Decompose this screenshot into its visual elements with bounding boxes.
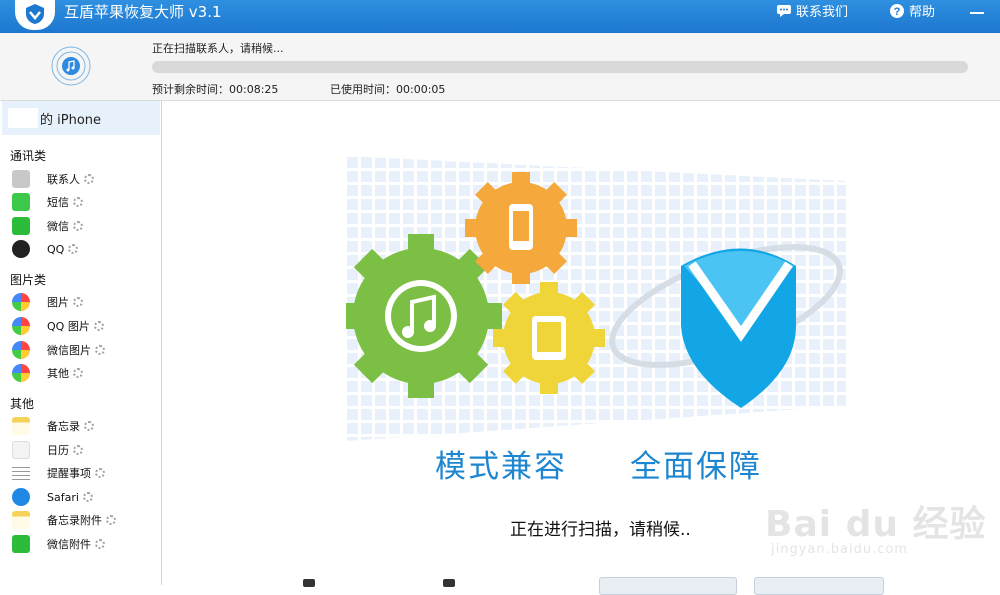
- loading-spinner-icon: [72, 367, 84, 379]
- device-name-mask: [8, 108, 38, 128]
- sidebar-item-label: 微信附件: [47, 538, 91, 551]
- phone-gear-icon: [465, 172, 577, 284]
- watermark-url: jingyan.baidu.com: [771, 542, 908, 557]
- scan-illustration: [346, 156, 846, 441]
- sidebar-item-qq[interactable]: QQ: [12, 239, 79, 259]
- category-pictures: 图片类: [10, 273, 47, 287]
- bottom-icon: [303, 579, 315, 587]
- sidebar-item-label: 短信: [47, 196, 69, 209]
- sidebar-item-qq-photos[interactable]: QQ 图片: [12, 316, 105, 336]
- app-title: 互盾苹果恢复大师 v3.1: [64, 3, 222, 21]
- messages-icon: [12, 193, 30, 211]
- note-attachments-icon: [12, 511, 30, 529]
- sidebar-item-label: QQ 图片: [47, 320, 90, 333]
- loading-spinner-icon: [72, 444, 84, 456]
- remaining-time: 预计剩余时间：00:08:25: [152, 83, 279, 96]
- sidebar-item-label: 备忘录: [47, 420, 80, 433]
- scan-status-text: 正在扫描联系人，请稍候...: [152, 42, 284, 55]
- qq-photos-icon: [12, 317, 30, 335]
- sidebar-item-wechat[interactable]: 微信: [12, 216, 84, 236]
- loading-spinner-icon: [105, 514, 117, 526]
- reminders-icon: [12, 464, 30, 482]
- title-bar: 互盾苹果恢复大师 v3.1 联系我们 ? 帮助: [0, 0, 1000, 33]
- slogan-compatibility: 模式兼容: [435, 449, 567, 485]
- sidebar-item-other-photos[interactable]: 其他: [12, 363, 84, 383]
- category-communication: 通讯类: [10, 149, 47, 163]
- sidebar-item-contacts[interactable]: 联系人: [12, 169, 95, 189]
- loading-spinner-icon: [83, 420, 95, 432]
- sidebar-item-wechat-attachments[interactable]: 微信附件: [12, 534, 106, 554]
- sidebar-item-reminders[interactable]: 提醒事项: [12, 463, 106, 483]
- slogan-protection: 全面保障: [630, 449, 762, 485]
- bottom-action-button[interactable]: [599, 577, 737, 595]
- sidebar-item-label: Safari: [47, 490, 79, 504]
- sidebar-item-label: QQ: [47, 242, 65, 256]
- help-button[interactable]: ? 帮助: [889, 1, 935, 20]
- qq-penguin-icon: [12, 240, 30, 258]
- music-scan-icon: [51, 46, 91, 86]
- loading-spinner-icon: [67, 243, 79, 255]
- sidebar-item-label: 微信: [47, 220, 69, 233]
- help-label: 帮助: [909, 5, 936, 20]
- contacts-icon: [12, 170, 30, 188]
- minimize-button[interactable]: [970, 12, 984, 14]
- scan-progress-panel: 正在扫描联系人，请稍候... 预计剩余时间：00:08:25 已使用时间：00:…: [0, 33, 1000, 101]
- sidebar-item-label: 微信图片: [47, 344, 91, 357]
- notes-icon: [12, 417, 30, 435]
- photos-icon: [12, 293, 30, 311]
- category-other: 其他: [10, 397, 35, 411]
- sidebar-item-label: 图片: [47, 296, 69, 309]
- loading-spinner-icon: [94, 344, 106, 356]
- bottom-icon: [443, 579, 455, 587]
- scanning-message: 正在进行扫描，请稍候..: [510, 520, 691, 540]
- device-label: 的 iPhone: [40, 112, 102, 128]
- sidebar-item-notes[interactable]: 备忘录: [12, 416, 95, 436]
- loading-spinner-icon: [82, 491, 94, 503]
- loading-spinner-icon: [94, 467, 106, 479]
- wechat-icon: [12, 217, 30, 235]
- sidebar-item-label: 日历: [47, 444, 69, 457]
- contact-us-button[interactable]: 联系我们: [776, 1, 848, 20]
- svg-text:?: ?: [894, 6, 901, 18]
- safari-compass-icon: [12, 488, 30, 506]
- sidebar-item-sms[interactable]: 短信: [12, 192, 84, 212]
- sidebar-item-label: 其他: [47, 367, 69, 380]
- sidebar-item-note-attachments[interactable]: 备忘录附件: [12, 510, 117, 530]
- device-selector[interactable]: 的 iPhone: [2, 101, 160, 135]
- loading-spinner-icon: [83, 173, 95, 185]
- bottom-action-button[interactable]: [754, 577, 884, 595]
- elapsed-time: 已使用时间：00:00:05: [330, 83, 446, 96]
- watermark-brand: Bai du 经验: [765, 504, 987, 545]
- contact-us-label: 联系我们: [796, 5, 849, 20]
- shield-logo-icon: [26, 4, 44, 24]
- help-icon: ?: [890, 3, 904, 18]
- calendar-icon: [12, 441, 30, 459]
- tablet-gear-icon: [493, 282, 605, 394]
- sidebar-item-label: 备忘录附件: [47, 514, 102, 527]
- sidebar-item-photos[interactable]: 图片: [12, 292, 84, 312]
- app-logo: [15, 0, 55, 30]
- sidebar: 的 iPhone 通讯类 联系人 短信 微信 QQ 图片类 图片 QQ 图片 微…: [0, 101, 162, 585]
- sidebar-item-calendar[interactable]: 日历: [12, 440, 84, 460]
- sidebar-item-label: 联系人: [47, 173, 80, 186]
- baidu-jingyan-watermark: Bai du 经验 jingyan.baidu.com: [765, 482, 995, 572]
- sidebar-item-label: 提醒事项: [47, 467, 91, 480]
- sidebar-item-safari[interactable]: Safari: [12, 487, 94, 507]
- loading-spinner-icon: [72, 196, 84, 208]
- loading-spinner-icon: [72, 220, 84, 232]
- wechat-photos-icon: [12, 341, 30, 359]
- other-photos-icon: [12, 364, 30, 382]
- scan-progress-bar: [152, 61, 968, 73]
- sidebar-item-wechat-photos[interactable]: 微信图片: [12, 340, 106, 360]
- chat-bubble-icon: [777, 4, 791, 17]
- loading-spinner-icon: [94, 538, 106, 550]
- loading-spinner-icon: [93, 320, 105, 332]
- wechat-attachments-icon: [12, 535, 30, 553]
- loading-spinner-icon: [72, 296, 84, 308]
